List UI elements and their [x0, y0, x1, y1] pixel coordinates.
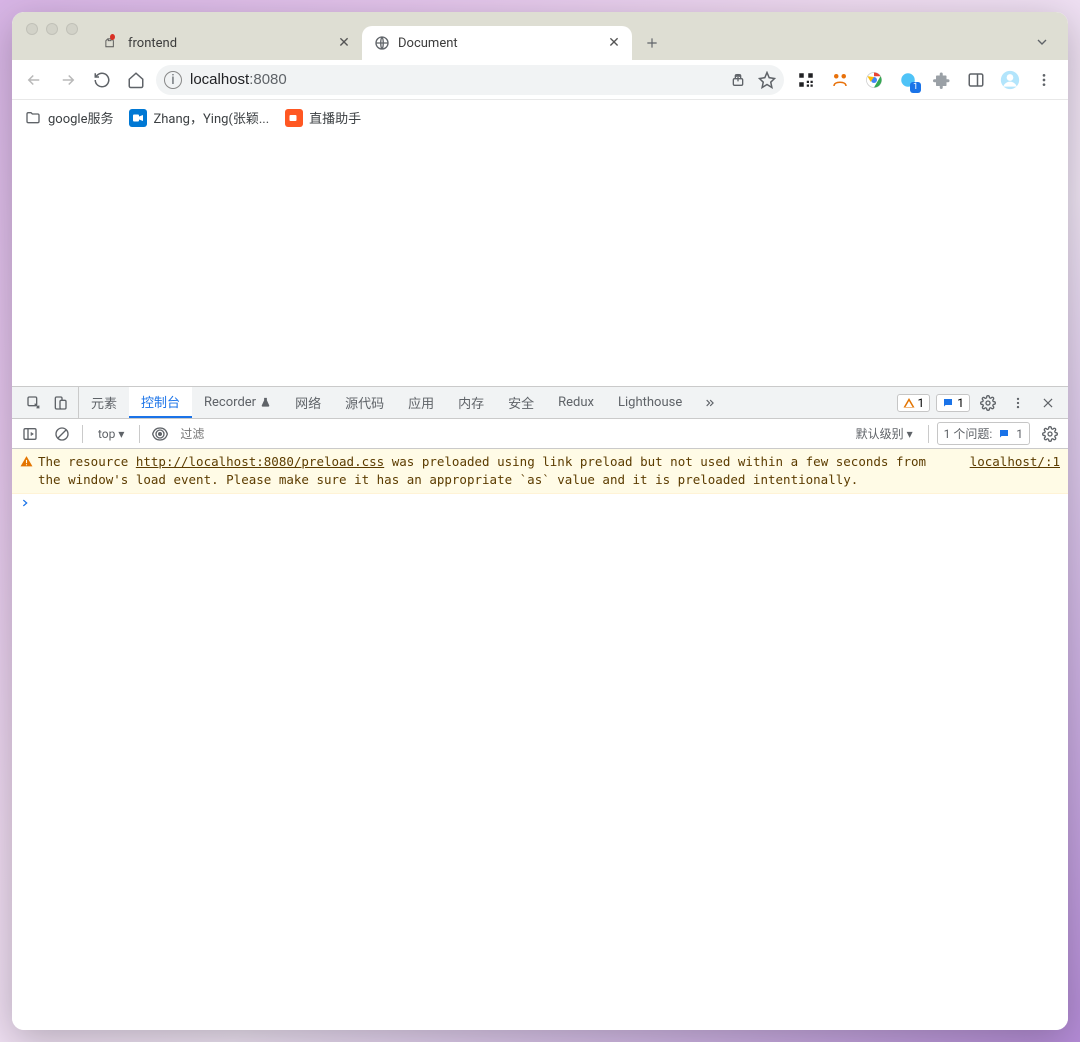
back-button[interactable] [20, 66, 48, 94]
clear-console-icon[interactable] [50, 422, 74, 446]
reload-button[interactable] [88, 66, 116, 94]
tab-strip: frontend ✕ Document ✕ [12, 12, 1068, 60]
console-message-text: The resource http://localhost:8080/prelo… [38, 453, 950, 489]
globe-icon [374, 35, 390, 51]
extension-icons: 1 [790, 70, 1060, 90]
forward-button[interactable] [54, 66, 82, 94]
outlook-icon [129, 109, 147, 127]
site-info-icon[interactable]: i [164, 71, 182, 89]
window-close-dot[interactable] [26, 23, 38, 35]
devtools-tab-console[interactable]: 控制台 [129, 387, 192, 418]
devtools-tab-overflow[interactable] [694, 387, 724, 418]
sidepanel-icon[interactable] [966, 70, 986, 90]
tab-title: frontend [128, 36, 328, 51]
bookmarks-bar: google服务 Zhang，Ying(张颖... 直播助手 [12, 100, 1068, 136]
toolbar: i localhost:8080 [12, 60, 1068, 100]
tab-title: Document [398, 36, 598, 51]
devtools-tab-network[interactable]: 网络 [283, 387, 333, 418]
inspect-element-icon[interactable] [22, 391, 46, 415]
devtools-tab-elements[interactable]: 元素 [79, 387, 129, 418]
devtools-tab-security[interactable]: 安全 [496, 387, 546, 418]
console-prompt[interactable] [12, 494, 1068, 512]
tab-frontend[interactable]: frontend ✕ [92, 26, 362, 60]
profile-avatar[interactable] [1000, 70, 1020, 90]
console-toolbar: top ▾ 默认级别 ▾ 1 个问题: 1 [12, 419, 1068, 449]
close-icon[interactable]: ✕ [606, 35, 622, 51]
window-controls [26, 23, 78, 35]
url-text: localhost:8080 [190, 71, 722, 88]
page-viewport [12, 136, 1068, 386]
console-warning-row[interactable]: The resource http://localhost:8080/prelo… [12, 449, 1068, 494]
devtools-tab-redux[interactable]: Redux [546, 387, 606, 418]
console-settings-icon[interactable] [1038, 422, 1062, 446]
kebab-menu-icon[interactable] [1006, 391, 1030, 415]
devtools-tab-recorder[interactable]: Recorder [192, 387, 283, 418]
bookmark-label: google服务 [48, 108, 113, 127]
flask-icon [260, 397, 271, 408]
bookmark-live-helper[interactable]: 直播助手 [285, 108, 361, 127]
bookmark-label: 直播助手 [309, 108, 361, 127]
close-icon[interactable]: ✕ [336, 35, 352, 51]
issues-button[interactable]: 1 个问题: 1 [937, 422, 1030, 445]
devtools-tab-application[interactable]: 应用 [396, 387, 446, 418]
chrome-extension-icon[interactable] [864, 70, 884, 90]
star-icon[interactable] [758, 71, 776, 89]
tab-overflow-button[interactable] [1034, 34, 1050, 50]
chevron-down-icon: ▾ [907, 427, 913, 441]
browser-window: frontend ✕ Document ✕ [12, 12, 1068, 1030]
address-bar[interactable]: i localhost:8080 [156, 65, 784, 95]
console-output: The resource http://localhost:8080/prelo… [12, 449, 1068, 1030]
gear-icon[interactable] [976, 391, 1000, 415]
warnings-badge[interactable]: 1 [897, 394, 931, 412]
tab-document[interactable]: Document ✕ [362, 26, 632, 60]
console-source-link[interactable]: localhost/:1 [950, 453, 1060, 489]
device-toggle-icon[interactable] [48, 391, 72, 415]
chevron-down-icon: ▾ [118, 427, 124, 441]
home-button[interactable] [122, 66, 150, 94]
folder-icon [24, 109, 42, 127]
warning-icon [20, 453, 38, 489]
bookmark-zhang[interactable]: Zhang，Ying(张颖... [129, 108, 269, 127]
share-icon[interactable] [730, 72, 746, 88]
console-filter-input[interactable] [180, 427, 840, 441]
red-extension-icon[interactable] [830, 70, 850, 90]
devtools-tab-lighthouse[interactable]: Lighthouse [606, 387, 694, 418]
devtools-panel: 元素 控制台 Recorder 网络 源代码 应用 内存 安全 Redux Li… [12, 386, 1068, 1030]
bookmark-label: Zhang，Ying(张颖... [153, 108, 269, 127]
frontend-favicon-icon [104, 35, 120, 51]
log-level-selector[interactable]: 默认级别 ▾ [849, 422, 920, 445]
devtools-close-icon[interactable] [1036, 391, 1060, 415]
chrome-menu-icon[interactable] [1034, 70, 1054, 90]
live-expression-icon[interactable] [148, 422, 172, 446]
qr-extension-icon[interactable] [796, 70, 816, 90]
badged-extension-icon[interactable]: 1 [898, 70, 918, 90]
window-minimize-dot[interactable] [46, 23, 58, 35]
window-zoom-dot[interactable] [66, 23, 78, 35]
console-resource-link[interactable]: http://localhost:8080/preload.css [136, 454, 384, 469]
context-selector[interactable]: top ▾ [91, 424, 131, 444]
extension-badge: 1 [910, 82, 921, 93]
console-sidebar-toggle-icon[interactable] [18, 422, 42, 446]
extensions-puzzle-icon[interactable] [932, 70, 952, 90]
devtools-tab-bar: 元素 控制台 Recorder 网络 源代码 应用 内存 安全 Redux Li… [12, 387, 1068, 419]
bookmark-folder-google[interactable]: google服务 [24, 108, 113, 127]
messages-badge[interactable]: 1 [936, 394, 970, 412]
new-tab-button[interactable] [638, 29, 666, 57]
devtools-tab-memory[interactable]: 内存 [446, 387, 496, 418]
live-icon [285, 109, 303, 127]
devtools-tab-sources[interactable]: 源代码 [333, 387, 396, 418]
